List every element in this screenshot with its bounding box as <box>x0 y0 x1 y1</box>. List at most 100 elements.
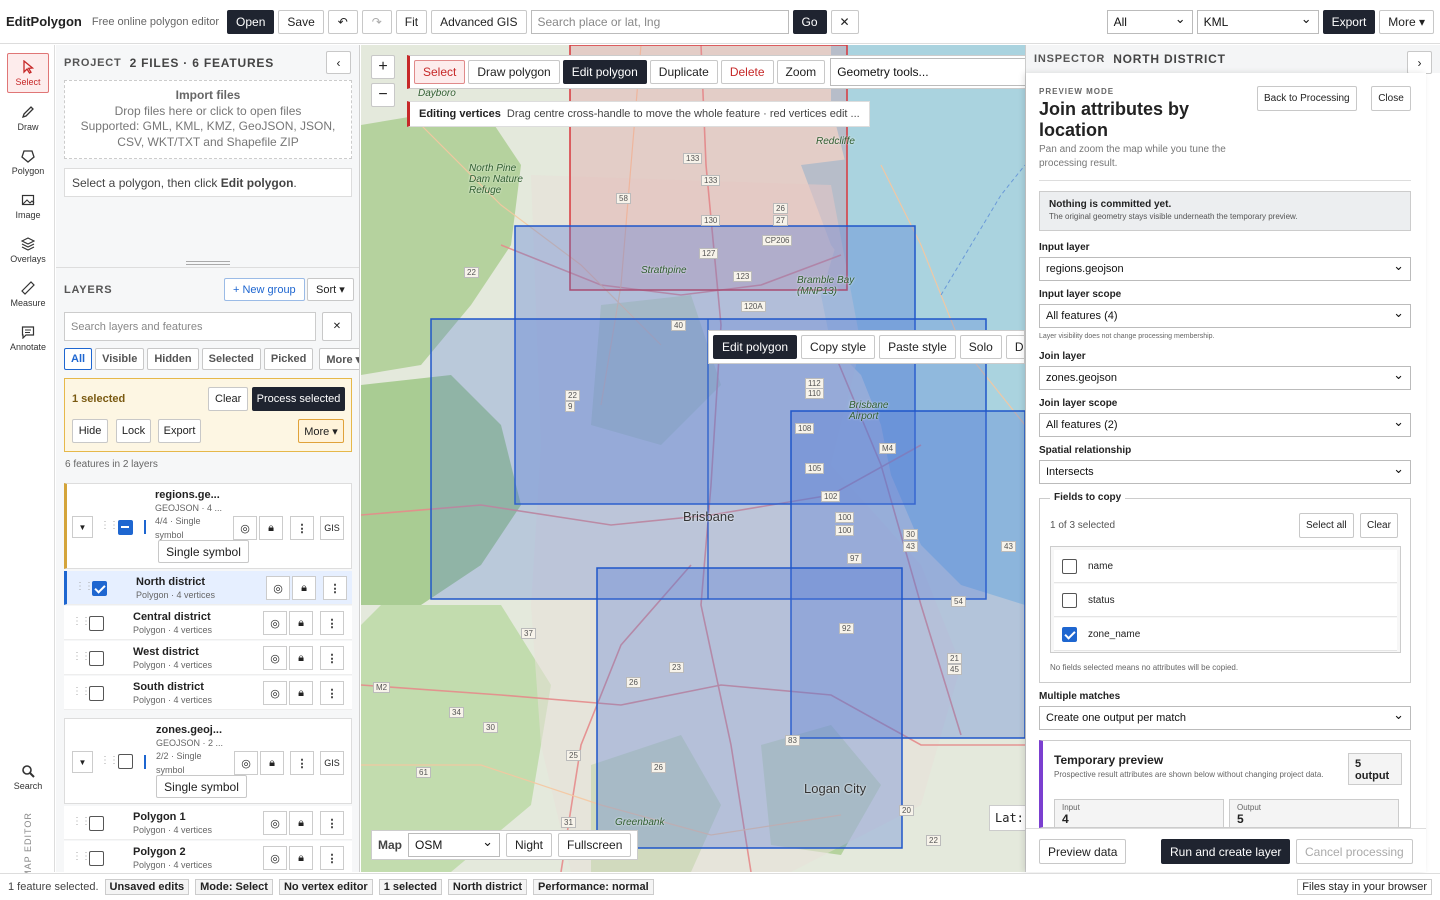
back-to-processing-button[interactable]: Back to Processing <box>1257 86 1357 111</box>
fullscreen-button[interactable]: Fullscreen <box>558 833 632 857</box>
filter-visible[interactable]: Visible <box>95 348 145 370</box>
feature-checkbox[interactable] <box>92 581 107 596</box>
zoom-in-button[interactable]: + <box>371 55 395 79</box>
group-gis-button[interactable]: GIS <box>320 516 344 540</box>
run-and-create-layer-button[interactable]: Run and create layer <box>1161 839 1291 864</box>
more-menu-button[interactable]: More ▾ <box>1379 9 1434 34</box>
hide-button[interactable]: Hide <box>72 419 108 443</box>
feature-visibility-toggle[interactable]: ◎ <box>263 646 287 670</box>
context-solo[interactable]: Solo <box>959 335 1002 359</box>
group-style-button[interactable]: Single symbol <box>158 540 249 563</box>
feature-visibility-toggle[interactable]: ◎ <box>263 846 287 870</box>
feature-row[interactable]: ⋮⋮ West district Polygon · 4 vertices ◎ 🔒︎ ⋮ <box>64 641 352 675</box>
group-expand-button[interactable]: ▼ <box>72 751 93 773</box>
cancel-processing-button[interactable]: Cancel processing <box>1296 839 1413 864</box>
feature-visibility-toggle[interactable]: ◎ <box>263 811 287 835</box>
tool-annotate[interactable]: Annotate <box>7 318 49 358</box>
feature-row[interactable]: ⋮⋮ South district Polygon · 4 vertices ◎ 🔒︎ ⋮ <box>64 676 352 710</box>
save-button[interactable]: Save <box>278 9 324 34</box>
feature-row[interactable]: ⋮⋮ Polygon 1 Polygon · 4 vertices ◎ 🔒︎ ⋮ <box>64 806 352 840</box>
group-expand-button[interactable]: ▼ <box>72 516 93 538</box>
multiple-matches-select[interactable]: Create one output per match <box>1039 706 1411 730</box>
join-scope-select[interactable]: All features (2) <box>1039 413 1411 437</box>
sort-button[interactable]: Sort ▾ <box>307 278 354 301</box>
filter-hidden[interactable]: Hidden <box>147 348 199 370</box>
layer-search-clear[interactable]: ✕ <box>322 312 352 341</box>
group-visibility-toggle[interactable]: ◎ <box>234 751 258 775</box>
group-visibility-checkbox[interactable] <box>118 520 133 535</box>
clear-fields-button[interactable]: Clear <box>1360 513 1398 538</box>
zoom-button[interactable]: Zoom <box>776 60 826 84</box>
edit-polygon-button[interactable]: Edit polygon <box>562 60 647 84</box>
undo-button[interactable]: ↶ <box>327 9 358 34</box>
tool-overlays[interactable]: Overlays <box>7 230 49 270</box>
group-style-button[interactable]: Single symbol <box>156 775 247 798</box>
feature-visibility-toggle[interactable]: ◎ <box>263 611 287 635</box>
feature-checkbox[interactable] <box>89 851 104 866</box>
lock-button[interactable]: Lock <box>116 419 151 443</box>
layer-search-input[interactable]: Search layers and features <box>64 312 316 341</box>
tool-select[interactable]: Select <box>7 53 49 93</box>
field-checkbox[interactable] <box>1062 627 1077 642</box>
import-dropzone[interactable]: Import files Drop files here or click to… <box>64 80 352 159</box>
open-button[interactable]: Open <box>227 9 275 34</box>
drag-handle-icon[interactable]: ⋮⋮ <box>72 816 91 827</box>
feature-row[interactable]: ⋮⋮ Central district Polygon · 4 vertices ◎ 🔒… <box>64 606 352 640</box>
inspector-expand-button[interactable]: › <box>1407 51 1432 74</box>
group-menu-button[interactable]: ⋮ <box>290 516 314 540</box>
duplicate-button[interactable]: Duplicate <box>649 60 718 84</box>
feature-menu-button[interactable]: ⋮ <box>320 681 344 705</box>
feature-menu-button[interactable]: ⋮ <box>320 811 344 835</box>
selection-more-button[interactable]: More ▾ <box>298 419 344 443</box>
context-duplicate[interactable]: Dup <box>1005 335 1024 359</box>
drag-handle-icon[interactable]: ⋮⋮ <box>100 755 119 766</box>
group-menu-button[interactable]: ⋮ <box>290 751 314 775</box>
new-group-button[interactable]: + New group <box>224 278 305 301</box>
group-lock-toggle[interactable]: 🔒︎ <box>260 751 284 775</box>
field-option[interactable]: name <box>1054 550 1397 583</box>
feature-checkbox[interactable] <box>89 651 104 666</box>
redo-button[interactable]: ↷ <box>361 9 392 34</box>
feature-menu-button[interactable]: ⋮ <box>320 646 344 670</box>
drag-handle-icon[interactable]: ⋮⋮ <box>72 686 91 697</box>
go-button[interactable]: Go <box>792 9 827 34</box>
drag-handle-icon[interactable]: ⋮⋮ <box>75 581 94 592</box>
map-canvas[interactable]: Dayboro Redcliffe North Pine Dam Nature Re… <box>361 45 1025 872</box>
basemap-select[interactable]: OSM <box>408 833 500 857</box>
join-layer-select[interactable]: zones.geojson <box>1039 366 1411 390</box>
drag-handle-icon[interactable]: ⋮⋮ <box>100 520 119 531</box>
geometry-tools-select[interactable]: Geometry tools... <box>830 58 1025 86</box>
layer-group-zones[interactable]: zones.geoj... GEOJSON · 2 ... ▼ ⋮⋮ 2/2 ·… <box>64 718 352 804</box>
night-button[interactable]: Night <box>506 833 553 857</box>
feature-lock-toggle[interactable]: 🔒︎ <box>289 846 313 870</box>
process-selected-button[interactable]: Process selected <box>252 387 345 411</box>
context-copy-style[interactable]: Copy style <box>801 335 876 359</box>
panel-resize-handle[interactable] <box>186 261 230 265</box>
tool-draw[interactable]: Draw <box>7 98 49 138</box>
select-all-fields-button[interactable]: Select all <box>1299 513 1354 538</box>
collapse-panel-button[interactable]: ‹ <box>326 51 351 74</box>
feature-checkbox[interactable] <box>89 686 104 701</box>
context-edit-polygon[interactable]: Edit polygon <box>713 335 798 359</box>
feature-menu-button[interactable]: ⋮ <box>323 576 347 600</box>
drag-handle-icon[interactable]: ⋮⋮ <box>72 851 91 862</box>
field-checkbox[interactable] <box>1062 559 1077 574</box>
filter-picked[interactable]: Picked <box>263 348 314 370</box>
feature-menu-button[interactable]: ⋮ <box>320 846 344 870</box>
field-option[interactable]: zone_name <box>1054 618 1397 651</box>
group-lock-toggle[interactable]: 🔒︎ <box>259 516 283 540</box>
feature-lock-toggle[interactable]: 🔒︎ <box>289 646 313 670</box>
feature-lock-toggle[interactable]: 🔒︎ <box>289 811 313 835</box>
group-visibility-toggle[interactable]: ◎ <box>233 516 257 540</box>
delete-button[interactable]: Delete <box>720 60 774 84</box>
field-checkbox[interactable] <box>1062 593 1077 608</box>
feature-checkbox[interactable] <box>89 816 104 831</box>
input-scope-select[interactable]: All features (4) <box>1039 304 1411 328</box>
input-layer-select[interactable]: regions.geojson <box>1039 257 1411 281</box>
selection-clear-button[interactable]: Clear <box>208 387 249 411</box>
feature-lock-toggle[interactable]: 🔒︎ <box>289 681 313 705</box>
feature-lock-toggle[interactable]: 🔒︎ <box>292 576 316 600</box>
export-selected-button[interactable]: Export <box>158 419 201 443</box>
tool-search[interactable]: Search <box>7 757 49 797</box>
export-button[interactable]: Export <box>1322 9 1376 34</box>
